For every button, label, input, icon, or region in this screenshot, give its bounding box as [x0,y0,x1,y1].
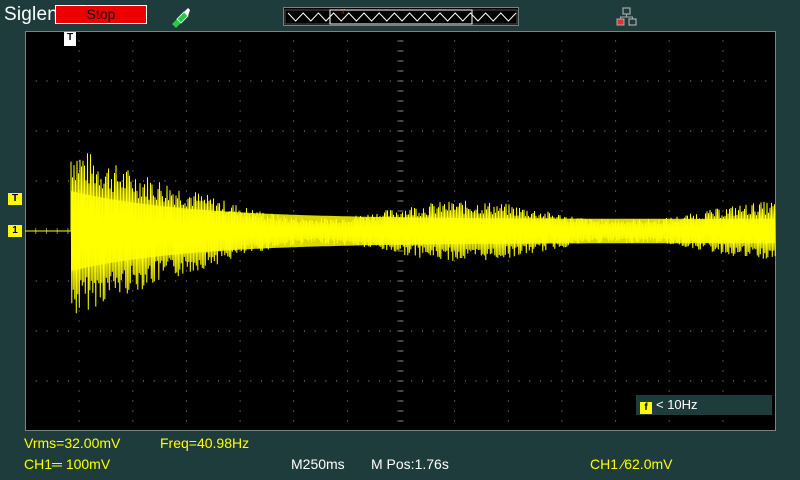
bottom-status-bar: Vrms=32.00mV Freq=40.98Hz CH1═ 100mV M25… [0,431,800,480]
trigger-frequency-badge: f < 10Hz [636,395,772,415]
probe-icon [172,8,190,28]
graticule-grid [25,31,776,431]
run-stop-indicator[interactable]: Stop [55,5,147,24]
waveform-display[interactable] [25,31,776,431]
memory-overview-waveform: T [284,9,518,25]
trigger-position-marker[interactable]: T [64,32,76,46]
channel-1-scale[interactable]: CH1═ 100mV [24,456,110,472]
freq-measurement: Freq=40.98Hz [160,435,250,451]
frequency-icon: f [640,402,652,414]
trigger-readout[interactable]: CH1 ∕62.0mV [590,456,672,472]
svg-text:T: T [341,9,346,16]
timebase-readout[interactable]: M250ms [291,456,345,472]
network-icon [616,7,637,26]
trigger-level-marker[interactable]: T [8,193,22,205]
trigger-frequency-text: < 10Hz [656,397,698,412]
memory-overview-bar[interactable]: T [283,7,519,26]
vrms-measurement: Vrms=32.00mV [24,435,121,451]
oscilloscope-screen: Siglent Stop T T T 1 f < 10Hz Vrms=32.00… [0,0,800,480]
top-status-bar: Siglent Stop T [0,0,800,32]
horizontal-position-readout[interactable]: M Pos:1.76s [371,456,449,472]
channel-1-marker[interactable]: 1 [8,225,22,237]
